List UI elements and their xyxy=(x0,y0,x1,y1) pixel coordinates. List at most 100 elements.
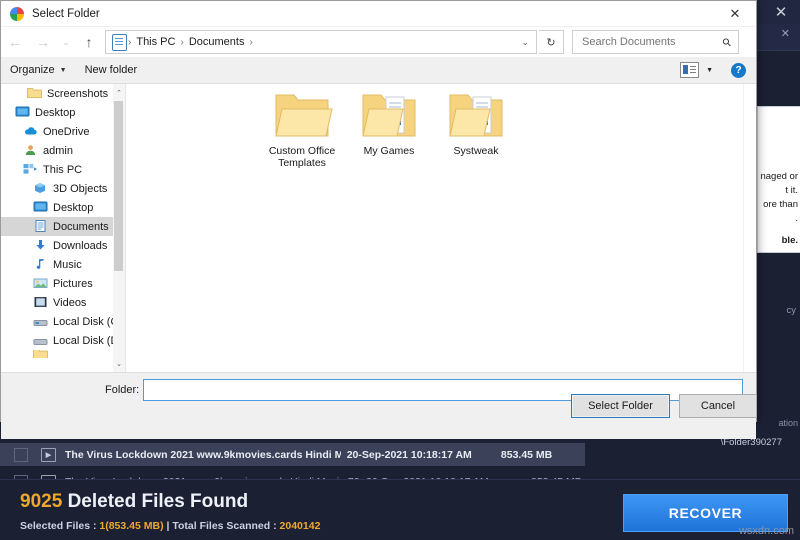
sidebar-item-3d-objects[interactable]: 3D Objects xyxy=(1,179,125,198)
scroll-down-icon[interactable]: ⌄ xyxy=(113,357,125,370)
breadcrumb-sep: › xyxy=(249,36,253,48)
downloads-icon xyxy=(33,239,48,252)
user-icon xyxy=(23,144,38,157)
selected-prefix: Selected Files : xyxy=(20,520,100,532)
search-icon[interactable]: ⚲ xyxy=(720,35,734,49)
up-icon[interactable]: ↑ xyxy=(75,29,103,55)
new-folder-button[interactable]: New folder xyxy=(76,57,147,83)
file-date: 20-Sep-2021 10:18:17 AM xyxy=(346,448,472,461)
found-count: 9025 xyxy=(20,491,63,512)
organize-label: Organize xyxy=(10,64,55,76)
folder-list-area[interactable]: Custom Office Templates My Games Systwea… xyxy=(126,84,756,372)
close-icon[interactable]: ✕ xyxy=(714,1,756,26)
tooltip-line-2: t it. xyxy=(785,185,798,196)
file-size: 853.45 MB xyxy=(500,448,553,461)
navigation-tree[interactable]: Screenshots Desktop OneDrive admin This … xyxy=(1,84,126,372)
pc-icon xyxy=(23,163,38,176)
file-name: The Virus Lockdown 2021 www.9kmovies.car… xyxy=(65,448,341,461)
list-item[interactable]: Custom Office Templates xyxy=(254,89,350,169)
folder-name: Custom Office Templates xyxy=(268,145,336,169)
list-item[interactable]: My Games xyxy=(341,89,437,157)
found-label: Deleted Files Found xyxy=(67,491,249,512)
sidebar-item-documents[interactable]: Documents xyxy=(1,217,125,236)
back-icon[interactable]: ← xyxy=(1,29,29,55)
info-tooltip-fragment: naged or t it. ore than . ble. xyxy=(757,106,800,253)
bg-sub-close-icon[interactable]: ✕ xyxy=(781,27,790,40)
sidebar-item-this-pc[interactable]: This PC xyxy=(1,160,125,179)
sidebar-item-local-disk-c[interactable]: Local Disk (C:) xyxy=(1,312,125,331)
video-file-icon: ▶ xyxy=(41,447,56,462)
sidebar-item-label: Screenshots xyxy=(47,87,109,100)
desktop-icon xyxy=(15,106,30,119)
sidebar-item-music[interactable]: Music xyxy=(1,255,125,274)
sidebar-item-onedrive[interactable]: OneDrive xyxy=(1,122,125,141)
sidebar-item-label: Downloads xyxy=(53,239,108,252)
navigation-bar: ← → ⌄ ↑ › This PC › Documents › ⌄ ↻ ⚲ xyxy=(1,27,756,57)
files-scrollbar[interactable] xyxy=(743,84,756,372)
folder-with-documents-icon xyxy=(449,94,503,137)
search-box[interactable]: ⚲ xyxy=(572,30,739,54)
scrollbar-thumb[interactable] xyxy=(114,101,123,271)
sidebar-item-admin[interactable]: admin xyxy=(1,141,125,160)
sidebar-item-label: Music xyxy=(53,258,82,271)
bg-close-icon[interactable]: ✕ xyxy=(768,0,794,24)
organize-menu[interactable]: Organize ▼ xyxy=(1,57,76,83)
row-checkbox[interactable] xyxy=(14,447,28,462)
drive-icon xyxy=(33,334,48,347)
list-item[interactable]: Systweak xyxy=(428,89,524,157)
help-icon[interactable]: ? xyxy=(731,62,746,78)
table-row[interactable]: ▶ The Virus Lockdown 2021 www.9kmovies.c… xyxy=(0,443,585,466)
search-input[interactable] xyxy=(580,35,714,49)
sidebar-item-screenshots[interactable]: Screenshots xyxy=(1,84,125,103)
recent-locations-icon[interactable]: ⌄ xyxy=(57,29,75,55)
sidebar-item-desktop-2[interactable]: Desktop xyxy=(1,198,125,217)
sidebar-item-label: 3D Objects xyxy=(53,182,108,195)
folder-name: My Games xyxy=(363,145,415,157)
sidebar-item-desktop[interactable]: Desktop xyxy=(1,103,125,122)
scanned-count: 2040142 xyxy=(279,520,321,532)
chevron-down-icon[interactable]: ⌄ xyxy=(521,37,536,48)
dialog-toolbar: Organize ▼ New folder ▼ ? xyxy=(1,57,756,84)
sidebar-item-label: This PC xyxy=(43,163,83,176)
folder-with-documents-icon xyxy=(362,94,416,137)
select-folder-button[interactable]: Select Folder xyxy=(571,394,670,418)
folder-icon xyxy=(33,350,48,358)
sidebar-item-pictures[interactable]: Pictures xyxy=(1,274,125,293)
desktop-icon xyxy=(33,201,48,214)
sidebar-item-label: Pictures xyxy=(53,277,93,290)
3d-objects-icon xyxy=(33,182,48,195)
drive-icon xyxy=(33,315,48,328)
sidebar-item-local-disk-d[interactable]: Local Disk (D:) xyxy=(1,331,125,350)
tooltip-line-5: ble. xyxy=(781,235,798,246)
folder-name: Systweak xyxy=(453,145,499,157)
tree-scrollbar[interactable]: ⌃ ⌄ xyxy=(113,84,125,372)
sidebar-item-label: OneDrive xyxy=(43,125,90,138)
tooltip-line-4: . xyxy=(795,213,798,224)
breadcrumb[interactable]: › This PC › Documents › ⌄ xyxy=(105,30,537,54)
breadcrumb-item-this-pc[interactable]: This PC xyxy=(132,36,179,48)
watermark-text: wsxdn.com xyxy=(738,525,794,537)
refresh-icon[interactable]: ↻ xyxy=(539,30,564,54)
cancel-button[interactable]: Cancel xyxy=(679,394,757,418)
sidebar-item-label: Desktop xyxy=(53,201,94,214)
right-fragment-text: cy xyxy=(786,305,797,316)
location-column-header: ation xyxy=(778,418,798,428)
breadcrumb-item-documents[interactable]: Documents xyxy=(185,36,249,48)
sidebar-item-videos[interactable]: Videos xyxy=(1,293,125,312)
select-folder-dialog: Select Folder ✕ ← → ⌄ ↑ › This PC › Docu… xyxy=(0,0,757,439)
sidebar-item-downloads[interactable]: Downloads xyxy=(1,236,125,255)
sidebar-item-label: Desktop xyxy=(35,106,76,119)
tooltip-line-1: naged or xyxy=(760,171,798,182)
scroll-up-icon[interactable]: ⌃ xyxy=(113,86,125,99)
dialog-title-bar: Select Folder ✕ xyxy=(1,1,756,27)
dialog-title: Select Folder xyxy=(32,7,100,20)
forward-icon[interactable]: → xyxy=(29,29,57,55)
documents-icon xyxy=(33,220,48,233)
sidebar-item-partial[interactable] xyxy=(1,350,125,358)
view-layout-icon[interactable] xyxy=(680,62,700,78)
pictures-icon xyxy=(33,277,48,290)
chevron-down-icon[interactable]: ▼ xyxy=(706,67,713,74)
sidebar-item-label: admin xyxy=(43,144,73,157)
scanned-prefix: Total Files Scanned : xyxy=(172,520,280,532)
tooltip-line-3: ore than xyxy=(763,199,798,210)
